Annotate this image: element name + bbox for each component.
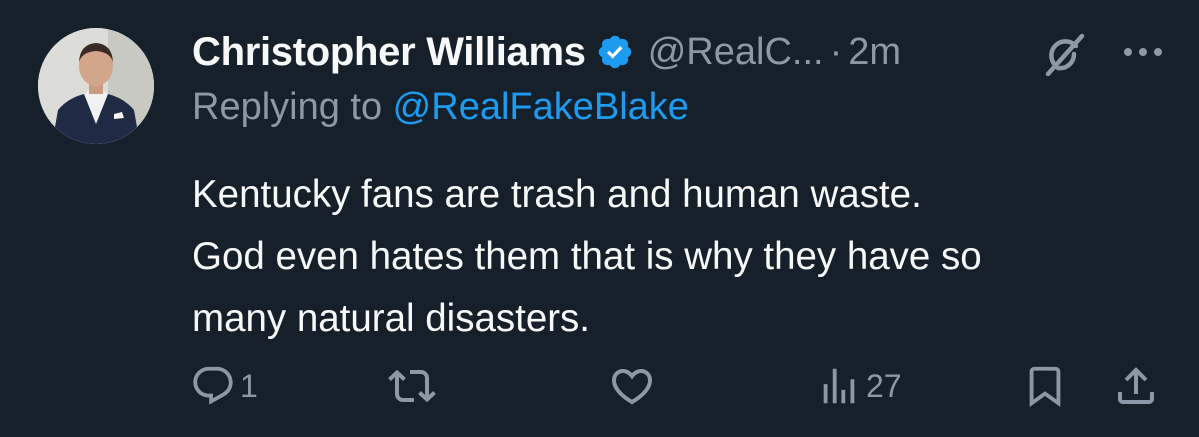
bookmark-icon xyxy=(1022,362,1068,410)
more-icon[interactable] xyxy=(1118,30,1168,74)
share-icon xyxy=(1112,362,1160,410)
author-display-name[interactable]: Christopher Williams xyxy=(192,30,586,75)
avatar-photo xyxy=(38,28,154,144)
replying-to-label: Replying to xyxy=(192,86,393,128)
reply-count: 1 xyxy=(240,367,258,404)
tweet-card[interactable]: Christopher Williams @RealC... · 2m Repl… xyxy=(0,0,1199,437)
avatar[interactable] xyxy=(38,28,154,144)
verified-badge-icon[interactable] xyxy=(596,33,634,71)
like-icon xyxy=(608,362,656,410)
replying-to-handle-link[interactable]: @RealFakeBlake xyxy=(393,86,689,128)
grok-icon[interactable] xyxy=(1038,30,1088,78)
views-button[interactable]: 27 xyxy=(816,360,902,412)
retweet-icon xyxy=(388,362,436,410)
tweet-timestamp[interactable]: 2m xyxy=(848,31,901,74)
views-icon xyxy=(816,363,862,409)
views-count: 27 xyxy=(866,367,902,404)
tweet-text: Kentucky fans are trash and human waste.… xyxy=(192,173,982,340)
replying-to-line: Replying to @RealFakeBlake xyxy=(192,86,689,129)
author-handle[interactable]: @RealC... xyxy=(648,31,824,74)
tweet-header: Christopher Williams @RealC... · 2m xyxy=(192,22,901,82)
bookmark-button[interactable] xyxy=(1022,360,1068,412)
reply-icon xyxy=(190,363,236,409)
separator-dot: · xyxy=(829,30,843,73)
retweet-button[interactable] xyxy=(388,360,436,412)
like-button[interactable] xyxy=(608,360,656,412)
share-button[interactable] xyxy=(1112,360,1160,412)
reply-button[interactable]: 1 xyxy=(190,360,258,412)
